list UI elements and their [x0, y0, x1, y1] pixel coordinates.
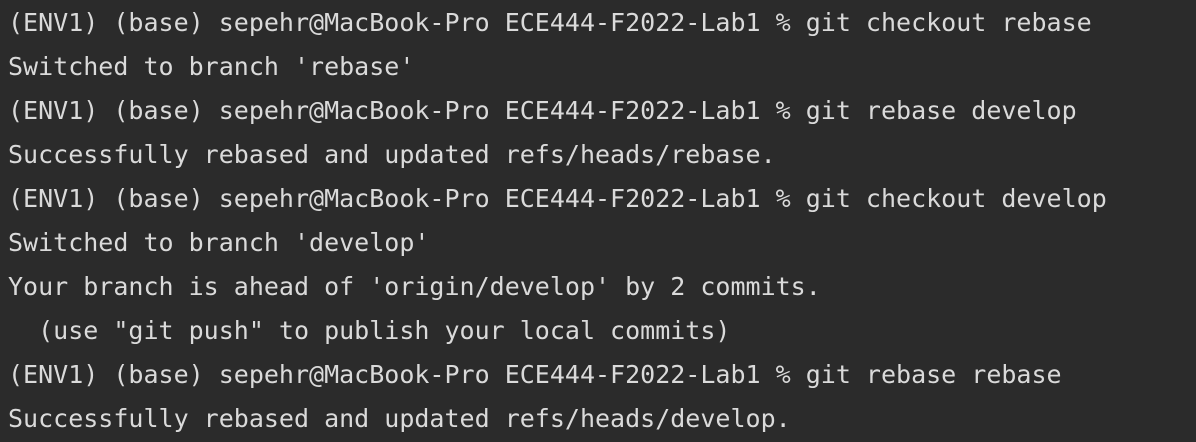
terminal-line-output: Switched to branch 'rebase'	[8, 52, 415, 81]
terminal-line-prompt-checkout-develop: (ENV1) (base) sepehr@MacBook-Pro ECE444-…	[8, 184, 1107, 213]
terminal-line-output: (use "git push" to publish your local co…	[8, 316, 731, 345]
terminal-line-prompt-checkout-rebase: (ENV1) (base) sepehr@MacBook-Pro ECE444-…	[8, 8, 1092, 37]
terminal-line-prompt-rebase-rebase: (ENV1) (base) sepehr@MacBook-Pro ECE444-…	[8, 360, 1062, 389]
terminal-line-output: Switched to branch 'develop'	[8, 228, 430, 257]
terminal-output[interactable]: (ENV1) (base) sepehr@MacBook-Pro ECE444-…	[0, 0, 1196, 442]
terminal-line-output: Successfully rebased and updated refs/he…	[8, 140, 776, 169]
terminal-line-output: Successfully rebased and updated refs/he…	[8, 404, 791, 433]
terminal-line-output: Your branch is ahead of 'origin/develop'…	[8, 272, 821, 301]
terminal-line-prompt-rebase-develop: (ENV1) (base) sepehr@MacBook-Pro ECE444-…	[8, 96, 1077, 125]
